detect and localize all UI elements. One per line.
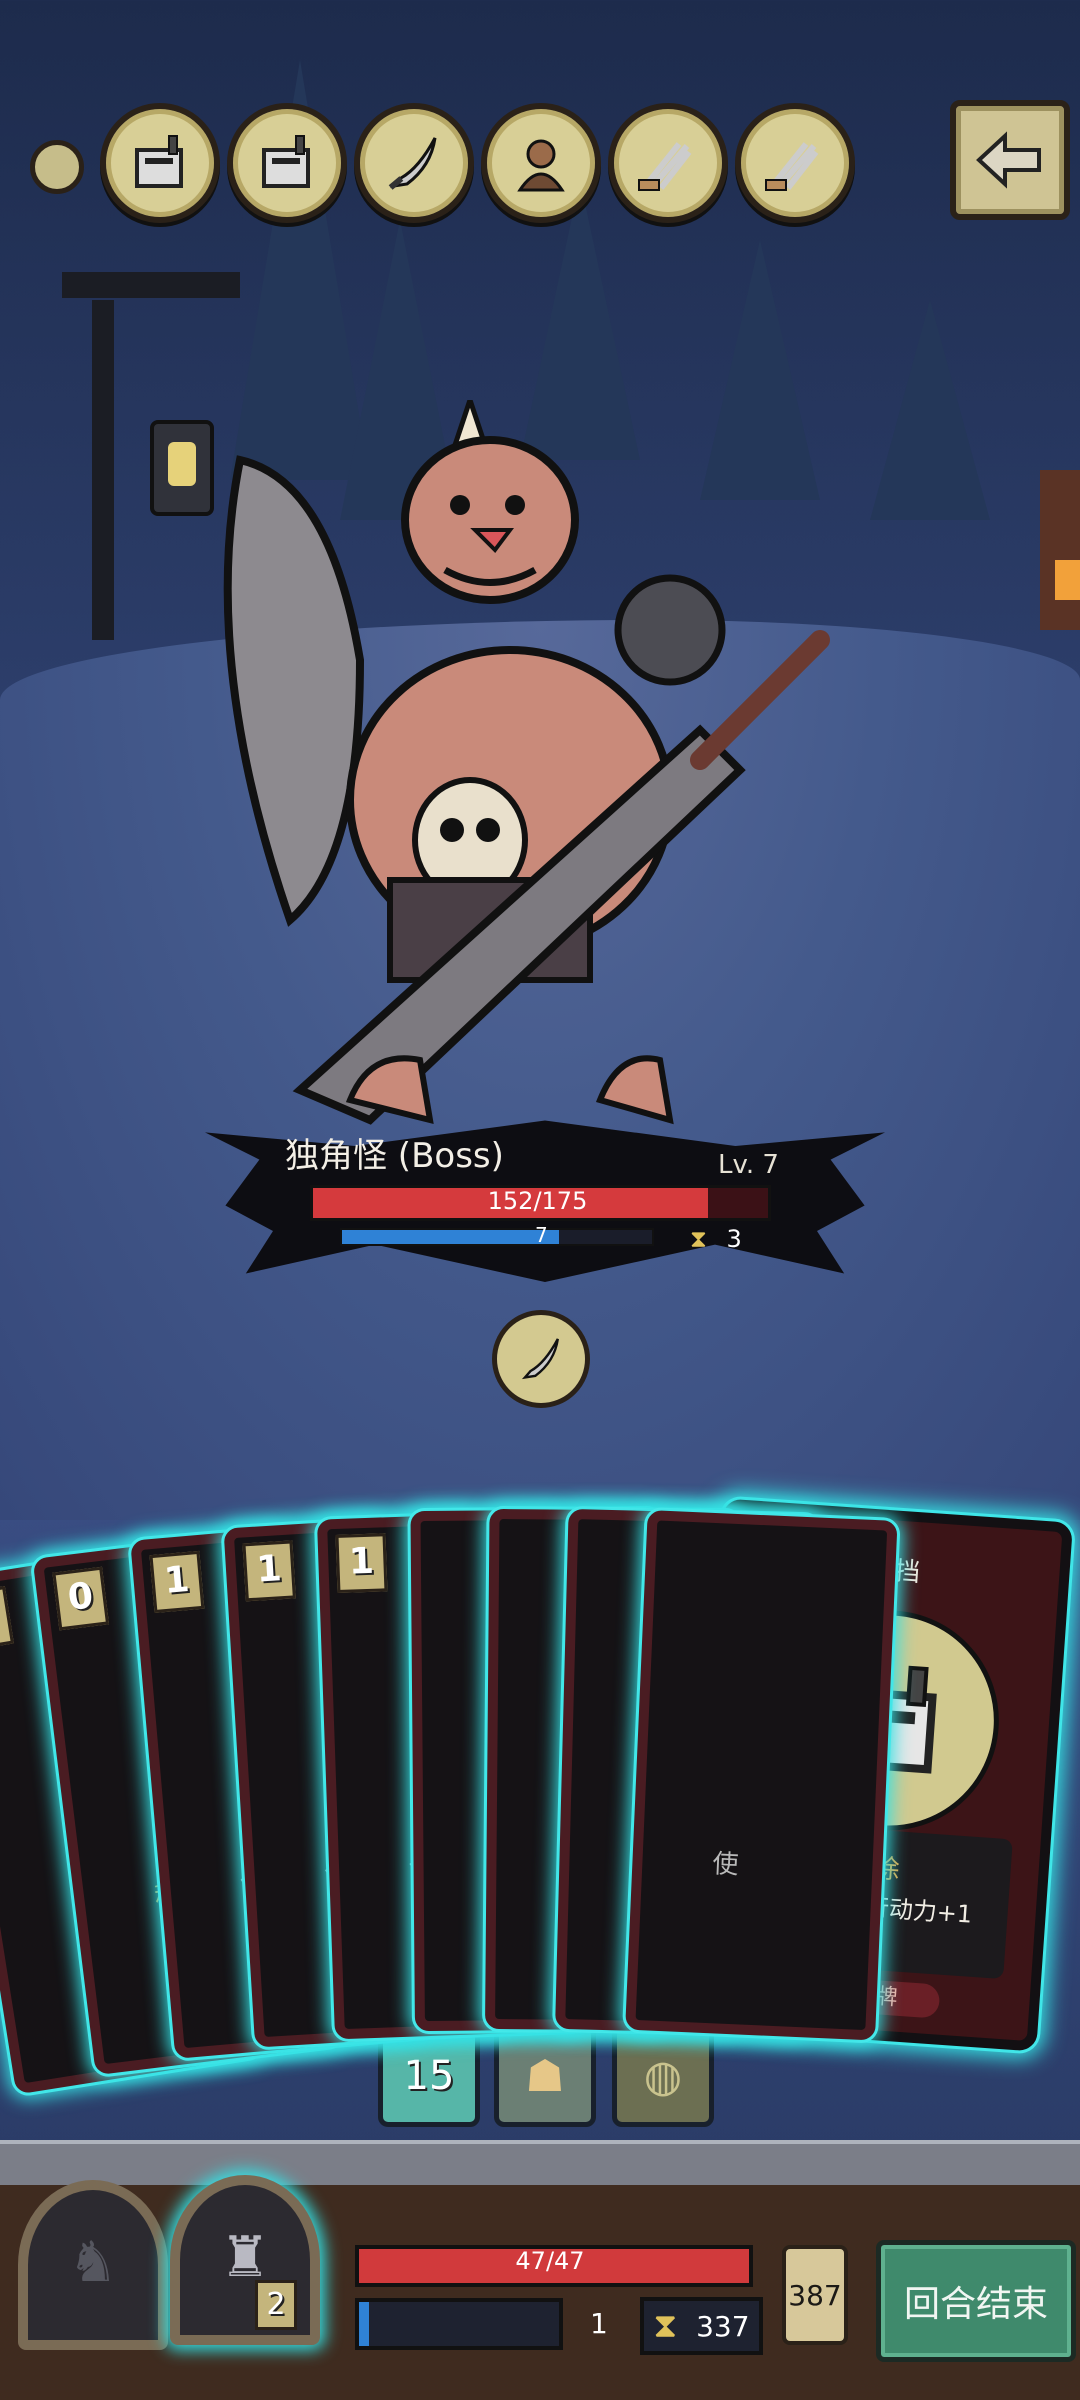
player-energy-bar xyxy=(355,2298,563,2350)
relic-curved-sword[interactable] xyxy=(354,103,474,223)
boss-sprite[interactable] xyxy=(220,392,840,1140)
gold-counter: 387 xyxy=(782,2245,848,2345)
player-hp-text: 47/47 xyxy=(515,2247,585,2275)
map-pile-icon: ◍ xyxy=(643,2050,683,2102)
house xyxy=(1040,470,1080,630)
menu-dot-button[interactable] xyxy=(30,140,84,194)
card-cost: 0 xyxy=(0,1586,14,1652)
end-turn-button[interactable]: 回合结束 xyxy=(876,2240,1076,2362)
portrait-badge: 2 xyxy=(255,2280,297,2330)
boss-name: 独角怪 (Boss) xyxy=(285,1136,504,1176)
lantern-glow xyxy=(168,442,196,486)
boss-turns: 3 xyxy=(726,1225,742,1253)
turn-timer-value: 337 xyxy=(696,2309,750,2343)
player-energy-value: 1 xyxy=(590,2307,608,2340)
unicorn-ogre-figure xyxy=(223,392,830,1125)
relic-brute-warrior[interactable] xyxy=(481,103,601,223)
hero-portrait-active[interactable]: ♜ xyxy=(170,2175,320,2345)
boss-mana-bar xyxy=(340,1228,654,1246)
card-cost: 1 xyxy=(149,1550,205,1614)
back-button[interactable] xyxy=(950,100,1070,220)
safe-box-icon xyxy=(135,135,183,188)
relic-trident[interactable] xyxy=(608,103,728,223)
player-energy-fill xyxy=(359,2302,369,2346)
curved-sword-icon xyxy=(388,137,437,190)
house-window xyxy=(1055,560,1080,600)
turn-timer: ⧗ 337 xyxy=(640,2297,763,2355)
card-cost: 1 xyxy=(335,1533,388,1594)
relic-trident[interactable] xyxy=(735,103,855,223)
pine-tree xyxy=(870,300,990,520)
boss-intent[interactable] xyxy=(492,1310,590,1408)
gallows-post xyxy=(92,300,114,640)
gallows-beam xyxy=(62,272,240,298)
boss-turn-counter: ⧗ 3 xyxy=(690,1225,742,1253)
card-8[interactable]: 使 xyxy=(625,1510,898,2041)
lantern xyxy=(150,420,214,516)
safe-box-icon xyxy=(262,135,310,188)
gold-value: 387 xyxy=(788,2278,842,2312)
boss-level: Lv. 7 xyxy=(718,1150,779,1180)
hero-portrait-wolf[interactable]: ♞ xyxy=(18,2180,168,2350)
arrow-left-icon xyxy=(976,131,1041,189)
hourglass-icon: ⧗ xyxy=(690,1225,707,1253)
hourglass-icon: ⧗ xyxy=(653,2306,678,2346)
trident-icon xyxy=(638,142,692,191)
exhaust-pile-button[interactable]: ◍ xyxy=(612,2025,714,2127)
boss-mana-fill xyxy=(342,1230,559,1244)
card-text-stub: 使 xyxy=(711,1849,740,1881)
relic-safe-box[interactable] xyxy=(227,103,347,223)
boss-mana-text: 7 xyxy=(535,1223,548,1247)
curved-sword-icon xyxy=(521,1338,559,1380)
card-cost: 0 xyxy=(52,1566,110,1631)
portrait-badge-count: 2 xyxy=(266,2287,286,2322)
warrior-pile-icon: ☗ xyxy=(525,2050,565,2102)
relic-safe-box[interactable] xyxy=(100,103,220,223)
draw-pile-button[interactable]: 15 xyxy=(378,2025,480,2127)
wolf-icon: ♞ xyxy=(67,2230,119,2295)
boss-hp-text: 152/175 xyxy=(487,1187,588,1215)
card-cost: 1 xyxy=(242,1540,296,1602)
discard-pile-button[interactable]: ☗ xyxy=(494,2025,596,2127)
brute-warrior-icon xyxy=(517,139,565,192)
trident-icon xyxy=(765,142,819,191)
draw-pile-count: 15 xyxy=(403,2053,455,2099)
